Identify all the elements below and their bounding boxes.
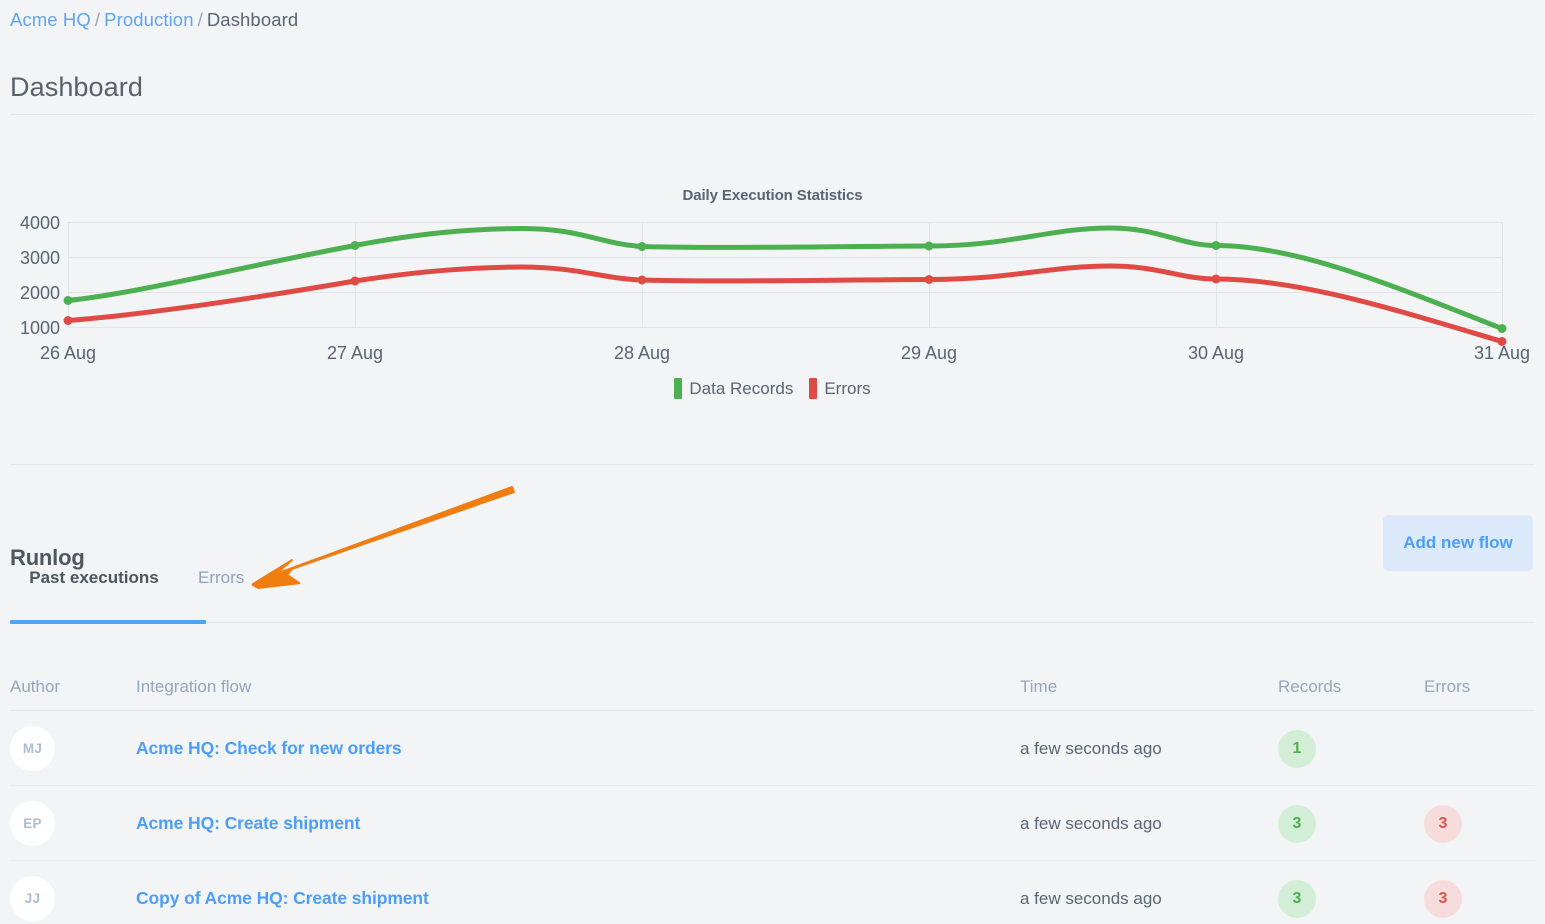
chart-gridlines (68, 222, 1502, 328)
legend-swatch-green-icon (674, 378, 683, 399)
svg-text:4000: 4000 (20, 213, 60, 233)
svg-text:3000: 3000 (20, 248, 60, 268)
svg-text:2000: 2000 (20, 283, 60, 303)
integration-flow-link[interactable]: Copy of Acme HQ: Create shipment (136, 888, 429, 908)
author-cell: EP (0, 801, 136, 846)
breadcrumb-separator: / (94, 9, 101, 30)
tab-errors[interactable]: Errors (198, 568, 244, 614)
column-header-errors: Errors (1424, 677, 1471, 696)
avatar: EP (10, 801, 55, 846)
chart-canvas: 4000 3000 2000 1000 26 Aug 27 Aug 28 Aug… (20, 213, 1530, 363)
legend-swatch-red-icon (809, 378, 818, 399)
time-cell: a few seconds ago (1020, 738, 1162, 758)
avatar: MJ (10, 726, 55, 771)
page-title: Dashboard (10, 72, 143, 103)
column-header-records: Records (1278, 677, 1342, 696)
flow-cell: Acme HQ: Create shipment (136, 813, 1020, 834)
table-row[interactable]: JJ Copy of Acme HQ: Create shipment a fe… (0, 861, 1545, 924)
column-header-author: Author (10, 677, 61, 696)
chart-x-axis-labels: 26 Aug 27 Aug 28 Aug 29 Aug 30 Aug 31 Au… (40, 343, 1530, 363)
integration-flow-link[interactable]: Acme HQ: Check for new orders (136, 738, 402, 758)
legend-item-errors[interactable]: Errors (809, 378, 871, 399)
chart-legend: Data Records Errors (0, 378, 1545, 399)
daily-execution-chart: Daily Execution Statistics 4000 3000 200… (0, 115, 1545, 464)
tab-past-executions[interactable]: Past executions (10, 568, 178, 614)
records-badge: 3 (1278, 804, 1316, 843)
records-badge: 1 (1278, 729, 1316, 768)
tab-baseline (206, 622, 1535, 623)
errors-cell (1424, 730, 1534, 768)
dashboard-page: Acme HQ / Production / Dashboard Dashboard D… (0, 0, 1545, 924)
errors-cell: 3 (1424, 879, 1534, 918)
svg-text:27 Aug: 27 Aug (327, 343, 383, 363)
flow-cell: Copy of Acme HQ: Create shipment (136, 888, 1020, 909)
tab-active-underline (10, 620, 206, 624)
runlog-table: Author Integration flow Time Records Err… (0, 663, 1545, 924)
chart-vertical-gridlines (68, 222, 1503, 328)
records-cell: 3 (1278, 804, 1424, 843)
legend-label-errors: Errors (824, 378, 871, 398)
chart-y-axis-labels: 4000 3000 2000 1000 (20, 213, 60, 338)
breadcrumb-item-production[interactable]: Production (104, 9, 193, 30)
breadcrumb-item-acme-hq[interactable]: Acme HQ (10, 9, 91, 30)
table-header-row: Author Integration flow Time Records Err… (0, 663, 1545, 711)
avatar: JJ (10, 876, 55, 921)
breadcrumb-separator: / (197, 9, 203, 30)
breadcrumb-item-dashboard: Dashboard (206, 9, 299, 30)
records-cell: 3 (1278, 879, 1424, 918)
table-row[interactable]: MJ Acme HQ: Check for new orders a few s… (0, 711, 1545, 786)
records-badge: 3 (1278, 879, 1316, 918)
author-cell: JJ (0, 876, 136, 921)
column-header-time: Time (1020, 677, 1058, 696)
legend-label-data-records: Data Records (689, 378, 794, 398)
breadcrumb: Acme HQ / Production / Dashboard (10, 9, 298, 31)
svg-text:28 Aug: 28 Aug (614, 343, 670, 363)
chart-line-errors (65, 263, 1505, 344)
table-row[interactable]: EP Acme HQ: Create shipment a few second… (0, 786, 1545, 861)
integration-flow-link[interactable]: Acme HQ: Create shipment (136, 813, 360, 833)
legend-item-data-records[interactable]: Data Records (674, 378, 793, 399)
annotation-arrow-icon (251, 486, 515, 589)
errors-badge: 3 (1424, 879, 1462, 918)
time-cell: a few seconds ago (1020, 813, 1162, 833)
flow-cell: Acme HQ: Check for new orders (136, 738, 1020, 759)
column-header-integration-flow: Integration flow (136, 677, 252, 696)
errors-cell: 3 (1424, 804, 1534, 843)
author-cell: MJ (0, 726, 136, 771)
svg-text:29 Aug: 29 Aug (901, 343, 957, 363)
divider-middle (10, 464, 1535, 465)
records-cell: 1 (1278, 729, 1424, 768)
errors-badge: 3 (1424, 804, 1462, 843)
svg-text:26 Aug: 26 Aug (40, 343, 96, 363)
svg-text:1000: 1000 (20, 318, 60, 338)
add-new-flow-button[interactable]: Add new flow (1383, 515, 1533, 571)
svg-text:30 Aug: 30 Aug (1188, 343, 1244, 363)
time-cell: a few seconds ago (1020, 888, 1162, 908)
runlog-tabs: Past executions Errors (10, 568, 244, 614)
